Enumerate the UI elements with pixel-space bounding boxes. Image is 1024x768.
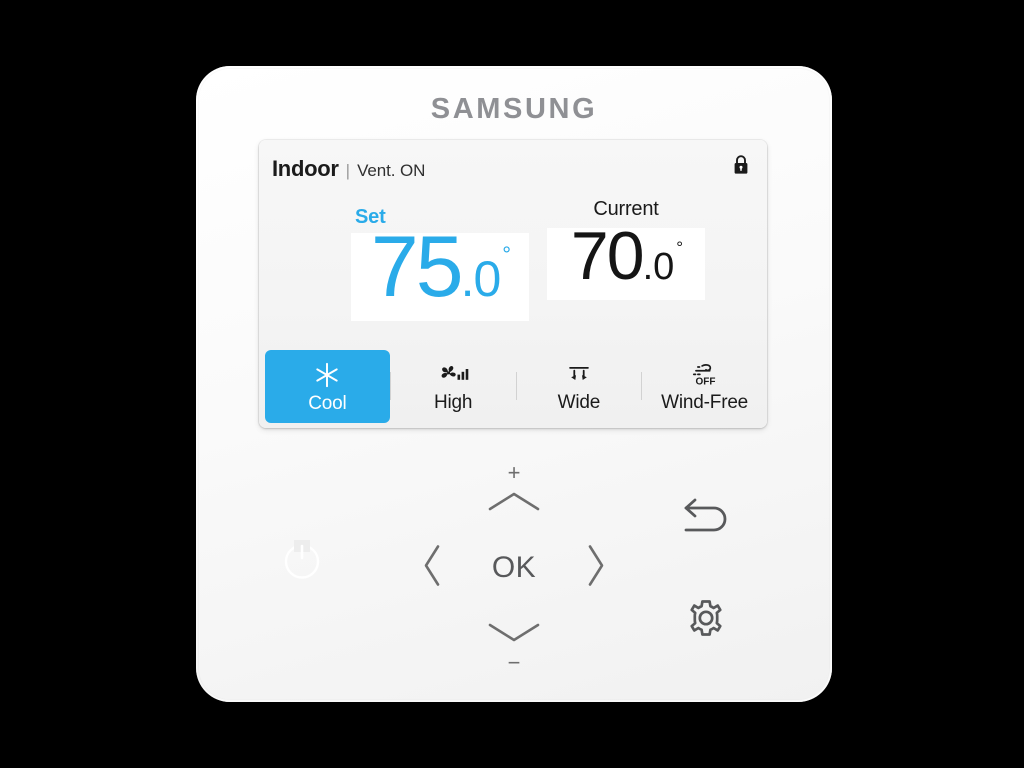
- zone-label: Indoor: [272, 156, 339, 181]
- mode-button-fan-speed[interactable]: High: [391, 344, 516, 428]
- chevron-down-icon: [488, 623, 540, 642]
- current-temp-degree: °: [676, 238, 684, 257]
- chevron-up-icon: [488, 492, 540, 511]
- chevron-right-icon: [588, 545, 604, 586]
- dpad-down-button[interactable]: [487, 621, 541, 648]
- brand-letter-n: N: [548, 93, 573, 125]
- vent-status-label: Vent. ON: [357, 161, 426, 180]
- power-icon: [284, 540, 320, 579]
- increase-sign: +: [507, 460, 521, 485]
- brand-letter-s1: S: [430, 93, 453, 125]
- current-temp-decimal: .0: [642, 246, 675, 288]
- back-button[interactable]: [681, 498, 729, 538]
- mode-label-wind-free: Wind-Free: [661, 392, 749, 413]
- screenshot-canvas: SAMSUNG Indoor | Vent. ON Set 75 .0 ° Cu…: [0, 0, 1024, 768]
- chevron-left-icon: [424, 545, 440, 586]
- wind-free-off-badge: OFF: [695, 376, 715, 387]
- current-temp-integer: 70: [570, 218, 645, 294]
- mode-label-fan-speed: High: [433, 392, 473, 413]
- mode-button-airflow[interactable]: Wide: [517, 344, 642, 428]
- dpad-control: + OK −: [421, 462, 607, 674]
- thermostat-device: SAMSUNG Indoor | Vent. ON Set 75 .0 ° Cu…: [196, 66, 832, 702]
- mode-label-airflow: Wide: [557, 392, 601, 413]
- lcd-screen[interactable]: Indoor | Vent. ON Set 75.0 ° Current 70 …: [259, 140, 767, 428]
- header-title-group: Indoor | Vent. ON: [272, 156, 425, 182]
- dpad-left-button[interactable]: [421, 544, 443, 593]
- set-temp-value[interactable]: 75.0 °: [351, 224, 529, 324]
- power-button[interactable]: [280, 538, 324, 582]
- set-temp-integer: 75: [370, 219, 464, 315]
- header-separator: |: [345, 161, 351, 180]
- fan-speed-icon: [435, 358, 471, 390]
- wind-free-off-icon: OFF: [686, 358, 724, 390]
- mode-button-wind-free[interactable]: OFF Wind-Free: [642, 344, 767, 428]
- mode-bar: Cool High Wide OFF Wind-Free: [259, 344, 767, 428]
- decrease-sign: −: [507, 650, 521, 675]
- brand-letter-u: U: [524, 93, 549, 125]
- brand-letter-s2: S: [503, 93, 525, 125]
- dpad-up-button[interactable]: [487, 490, 541, 517]
- dpad-right-button[interactable]: [585, 544, 607, 593]
- mode-button-cool[interactable]: Cool: [265, 350, 390, 423]
- settings-button[interactable]: [684, 596, 728, 640]
- brand-letter-a: A: [452, 93, 477, 125]
- brand-letter-g: G: [572, 93, 598, 125]
- back-arrow-icon: [684, 498, 727, 532]
- ok-button[interactable]: OK: [492, 551, 536, 585]
- samsung-logo: SAMSUNG: [196, 93, 832, 126]
- gear-icon: [690, 600, 722, 636]
- airflow-wide-icon: [563, 358, 595, 390]
- current-temp-value: 70.0 °: [547, 222, 705, 306]
- mode-label-cool: Cool: [308, 392, 347, 414]
- snowflake-icon: [313, 359, 341, 391]
- set-temp-decimal: .0: [460, 251, 502, 307]
- brand-letter-m: M: [476, 93, 504, 125]
- lock-closed-icon[interactable]: [731, 154, 751, 176]
- temperature-area: Set 75.0 ° Current 70.0 °: [259, 186, 767, 341]
- set-temp-degree: °: [502, 242, 512, 267]
